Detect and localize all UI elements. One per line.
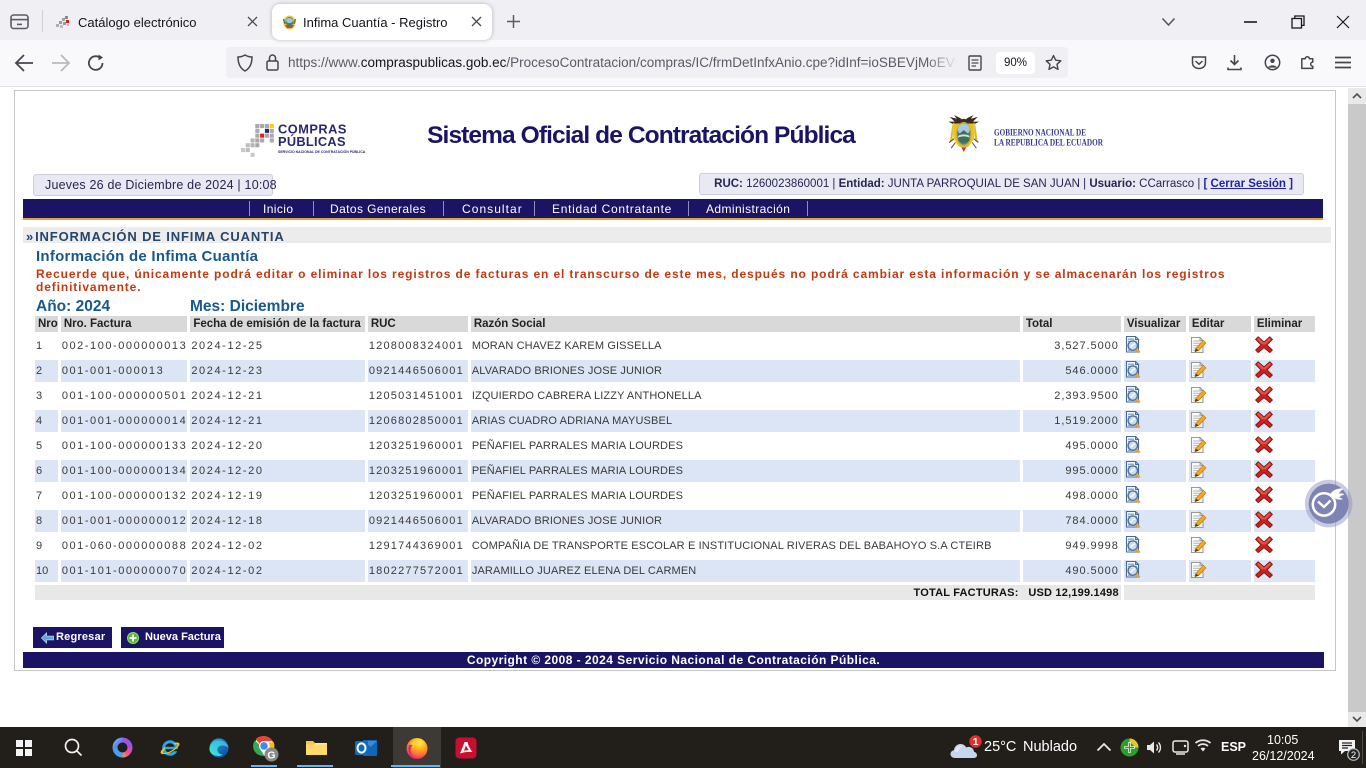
svg-text:G: G — [267, 749, 275, 761]
svg-text:2: 2 — [1351, 750, 1356, 761]
svg-text:1: 1 — [973, 736, 979, 748]
svg-text:LA REPUBLICA DEL ECUADOR: LA REPUBLICA DEL ECUADOR — [994, 139, 1103, 149]
svg-text:GOBIERNO NACIONAL DE: GOBIERNO NACIONAL DE — [994, 129, 1086, 139]
